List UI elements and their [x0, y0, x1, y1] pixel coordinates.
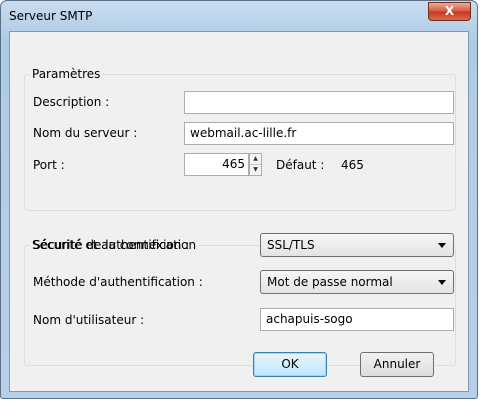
description-input[interactable] [184, 91, 454, 114]
connection-security-label: Sécurité de la connexion : [33, 238, 190, 252]
spin-up-icon[interactable]: ▲ [250, 154, 261, 164]
default-port-label: Défaut : [276, 158, 325, 172]
ok-button[interactable]: OK [253, 352, 327, 377]
cancel-button[interactable]: Annuler [360, 352, 434, 377]
port-label: Port : [33, 158, 65, 172]
port-spinner[interactable]: ▲ ▼ [249, 153, 262, 176]
dialog-body: Paramètres Description : Nom du serveur … [9, 31, 469, 392]
title-bar[interactable]: Serveur SMTP X [1, 1, 477, 31]
server-input[interactable]: webmail.ac-lille.fr [184, 122, 454, 145]
auth-method-label: Méthode d'authentification : [33, 275, 203, 289]
port-input[interactable]: 465 [184, 153, 249, 176]
close-button[interactable]: X [428, 2, 471, 21]
chevron-down-icon [438, 280, 446, 285]
description-label: Description : [33, 95, 110, 109]
chevron-down-icon [438, 243, 446, 248]
auth-method-select[interactable]: Mot de passe normal [260, 270, 454, 294]
parameters-legend: Paramètres [30, 67, 103, 81]
close-icon: X [444, 4, 455, 18]
spin-down-icon[interactable]: ▼ [250, 164, 261, 174]
username-label: Nom d'utilisateur : [33, 313, 145, 327]
connection-security-select[interactable]: SSL/TLS [260, 233, 454, 257]
dialog-title: Serveur SMTP [9, 9, 93, 23]
default-port-value: 465 [341, 158, 364, 172]
auth-method-value: Mot de passe normal [267, 275, 393, 289]
smtp-dialog: Serveur SMTP X Paramètres Description : … [0, 0, 478, 399]
username-input[interactable]: achapuis-sogo [260, 308, 454, 331]
server-label: Nom du serveur : [33, 126, 138, 140]
connection-security-value: SSL/TLS [267, 238, 315, 252]
security-group: Sécurité et authentification [24, 238, 456, 366]
